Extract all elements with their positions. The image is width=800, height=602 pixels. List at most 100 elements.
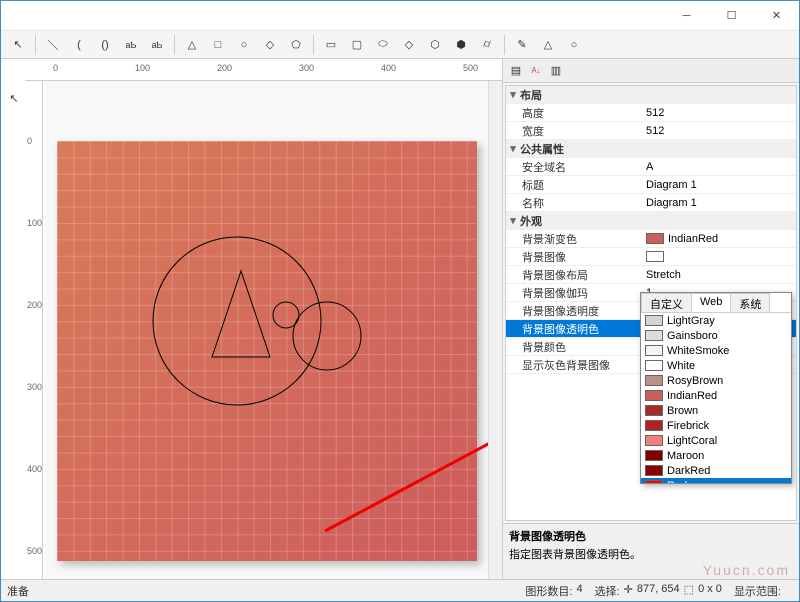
pencil-tool-icon[interactable]: ✎ — [511, 34, 533, 56]
diagram-surface[interactable] — [57, 141, 477, 561]
category-row[interactable]: ▾布局 — [506, 86, 796, 104]
triangle2-tool-icon[interactable]: △ — [537, 34, 559, 56]
cursor-pos: 877, 654 — [637, 583, 680, 599]
color-option[interactable]: WhiteSmoke — [641, 343, 791, 358]
titlebar: ─ ☐ ✕ — [1, 1, 799, 31]
statusbar: 准备 图形数目: 4 选择: ✛ 877, 654 ⬚ 0 x 0 显示范围: — [1, 579, 799, 601]
text-tool-icon[interactable]: aƄ — [120, 34, 142, 56]
color-swatch — [645, 480, 663, 483]
circle-tool-icon[interactable]: ○ — [233, 34, 255, 56]
circle2-tool-icon[interactable]: ○ — [563, 34, 585, 56]
cylinder-tool-icon[interactable]: ⌭ — [476, 34, 498, 56]
expand-icon[interactable]: ▾ — [506, 142, 520, 155]
triangle-shape[interactable] — [212, 271, 270, 357]
properties-pane: ▤ A↓ ▥ ▾布局高度512宽度512▾公共属性安全域名A标题Diagram … — [503, 59, 799, 579]
properties-grid: ▾布局高度512宽度512▾公共属性安全域名A标题Diagram 1名称Diag… — [505, 85, 797, 521]
triangle-tool-icon[interactable]: △ — [181, 34, 203, 56]
size-icon: ⬚ — [684, 583, 694, 599]
colorpicker-tabs: 自定义Web系统 — [641, 293, 791, 313]
property-row[interactable]: 标题Diagram 1 — [506, 176, 796, 194]
color-option[interactable]: Maroon — [641, 448, 791, 463]
minimize-button[interactable]: ─ — [664, 1, 709, 31]
property-row[interactable]: 背景渐变色IndianRed — [506, 230, 796, 248]
range-label: 显示范围: — [734, 583, 781, 599]
color-swatch — [645, 435, 663, 446]
hexagon2-tool-icon[interactable]: ⬢ — [450, 34, 472, 56]
shape-count-label: 图形数目: — [525, 583, 572, 599]
category-row[interactable]: ▾公共属性 — [506, 140, 796, 158]
color-option[interactable]: Red — [641, 478, 791, 483]
property-row[interactable]: 宽度512 — [506, 122, 796, 140]
main-toolbar: ↖ ＼ ( () aƄ aƄ △ □ ○ ◇ ⬠ ▭ ▢ ⬭ ◇ ⬡ ⬢ ⌭ ✎… — [1, 31, 799, 59]
prop-pages-icon[interactable]: ▥ — [547, 62, 565, 80]
color-swatch — [645, 390, 663, 401]
property-row[interactable]: 名称Diagram 1 — [506, 194, 796, 212]
text2-tool-icon[interactable]: aƄ — [146, 34, 168, 56]
cursor-icon: ✛ — [624, 583, 633, 599]
close-button[interactable]: ✕ — [754, 1, 799, 31]
desc-text: 指定图表背景图像透明色。 — [509, 546, 793, 562]
vertical-ruler: 0 100 200 300 400 500 — [25, 81, 43, 579]
ellipse-tool-icon[interactable]: ⬭ — [372, 34, 394, 56]
canvas-scrollbar[interactable] — [488, 81, 502, 579]
selection-size: 0 x 0 — [698, 583, 722, 599]
color-option[interactable]: DarkRed — [641, 463, 791, 478]
color-option[interactable]: Gainsboro — [641, 328, 791, 343]
smallest-circle-shape[interactable] — [272, 301, 300, 329]
hexagon-tool-icon[interactable]: ⬡ — [424, 34, 446, 56]
categorize-icon[interactable]: ▤ — [507, 62, 525, 80]
color-swatch — [645, 450, 663, 461]
status-ready: 准备 — [7, 583, 29, 599]
vpointer-icon[interactable]: ↖ — [3, 87, 25, 109]
colorpicker-tab[interactable]: 自定义 — [641, 293, 692, 312]
desc-title: 背景图像透明色 — [509, 528, 793, 544]
color-swatch — [645, 465, 663, 476]
pentagon-tool-icon[interactable]: ⬠ — [285, 34, 307, 56]
colorpicker-tab[interactable]: Web — [691, 293, 731, 312]
rrect-tool-icon[interactable]: ▢ — [346, 34, 368, 56]
color-option[interactable]: IndianRed — [641, 388, 791, 403]
selection-label: 选择: — [595, 583, 620, 599]
arc2-tool-icon[interactable]: () — [94, 34, 116, 56]
color-swatch — [646, 233, 664, 244]
app-window: ─ ☐ ✕ ↖ ＼ ( () aƄ aƄ △ □ ○ ◇ ⬠ ▭ ▢ ⬭ ◇ ⬡… — [0, 0, 800, 602]
horizontal-ruler: 0 100 200 300 400 500 — [25, 59, 502, 81]
property-description: 背景图像透明色 指定图表背景图像透明色。 — [503, 523, 799, 579]
diamond2-tool-icon[interactable]: ◇ — [398, 34, 420, 56]
canvas[interactable] — [45, 81, 502, 579]
pointer-tool-icon[interactable]: ↖ — [7, 34, 29, 56]
canvas-pane: ↖ 0 100 200 300 400 500 0 100 200 300 40… — [1, 59, 503, 579]
color-swatch — [645, 360, 663, 371]
small-circle-shape[interactable] — [292, 301, 362, 371]
color-option[interactable]: Brown — [641, 403, 791, 418]
color-option[interactable]: LightCoral — [641, 433, 791, 448]
color-swatch — [645, 375, 663, 386]
color-swatch — [645, 405, 663, 416]
colorpicker-list[interactable]: LightGrayGainsboroWhiteSmokeWhiteRosyBro… — [641, 313, 791, 483]
expand-icon[interactable]: ▾ — [506, 88, 520, 101]
property-row[interactable]: 安全域名A — [506, 158, 796, 176]
colorpicker-tab[interactable]: 系统 — [730, 293, 770, 312]
color-swatch — [645, 345, 663, 356]
expand-icon[interactable]: ▾ — [506, 214, 520, 227]
color-option[interactable]: Firebrick — [641, 418, 791, 433]
square-tool-icon[interactable]: □ — [207, 34, 229, 56]
color-picker-dropdown: 自定义Web系统LightGrayGainsboroWhiteSmokeWhit… — [640, 292, 792, 484]
main-area: ↖ 0 100 200 300 400 500 0 100 200 300 40… — [1, 59, 799, 579]
arc-tool-icon[interactable]: ( — [68, 34, 90, 56]
line-tool-icon[interactable]: ＼ — [42, 34, 64, 56]
color-option[interactable]: RosyBrown — [641, 373, 791, 388]
color-swatch — [645, 315, 663, 326]
color-option[interactable]: White — [641, 358, 791, 373]
shape-count: 4 — [576, 583, 582, 599]
property-row[interactable]: 高度512 — [506, 104, 796, 122]
color-option[interactable]: LightGray — [641, 313, 791, 328]
maximize-button[interactable]: ☐ — [709, 1, 754, 31]
color-swatch — [645, 420, 663, 431]
category-row[interactable]: ▾外观 — [506, 212, 796, 230]
rect-tool-icon[interactable]: ▭ — [320, 34, 342, 56]
property-row[interactable]: 背景图像 — [506, 248, 796, 266]
diamond-tool-icon[interactable]: ◇ — [259, 34, 281, 56]
property-row[interactable]: 背景图像布局Stretch — [506, 266, 796, 284]
sort-az-icon[interactable]: A↓ — [527, 62, 545, 80]
